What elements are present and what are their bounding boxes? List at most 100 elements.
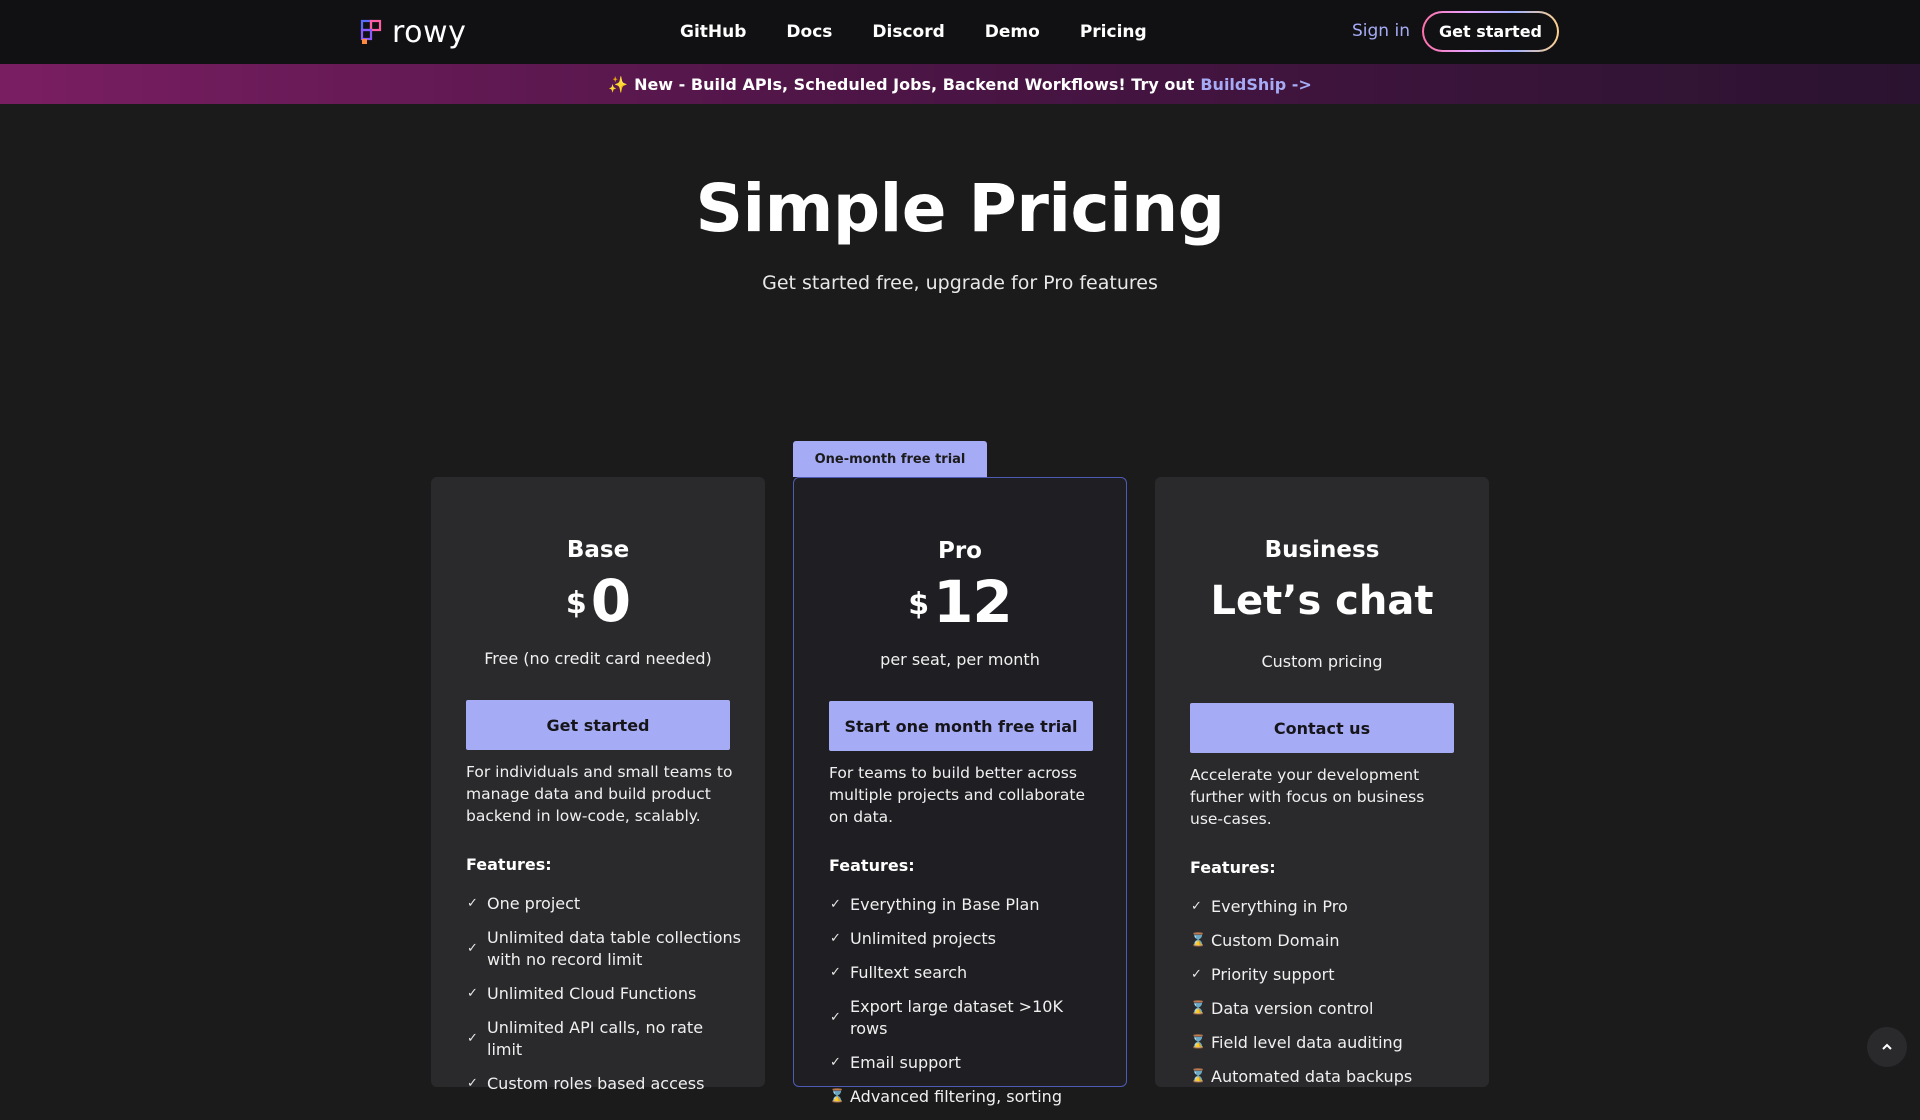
check-icon: ✓ <box>467 896 478 911</box>
check-icon: ✓ <box>1191 899 1202 914</box>
list-item: ⌛ Custom Domain <box>1190 930 1465 952</box>
nav-links: GitHub Docs Discord Demo Pricing <box>680 0 1147 64</box>
check-icon: ✓ <box>467 941 478 956</box>
feature-text: Unlimited data table collections with no… <box>487 928 741 969</box>
sign-in-link[interactable]: Sign in <box>1352 21 1410 41</box>
check-icon: ✓ <box>830 965 841 980</box>
nav-link-github[interactable]: GitHub <box>680 22 746 42</box>
sparkles-icon: ✨ <box>608 74 629 94</box>
list-item: ✓ Everything in Base Plan <box>829 894 1104 916</box>
buildship-link[interactable]: BuildShip -> <box>1200 75 1311 94</box>
check-icon: ✓ <box>467 986 478 1001</box>
nav-link-demo[interactable]: Demo <box>985 22 1040 42</box>
features-list: ✓ One project ✓ Unlimited data table colle… <box>466 893 741 1107</box>
pro-trial-badge: One-month free trial <box>793 441 987 477</box>
plan-price: $ 0 <box>431 567 765 635</box>
plan-description: For teams to build better across multipl… <box>829 764 1086 826</box>
list-item: ✓ Unlimited projects <box>829 928 1104 950</box>
list-item: ✓ One project <box>466 893 741 915</box>
list-item: ✓ Unlimited Cloud Functions <box>466 983 741 1005</box>
price-note: Custom pricing <box>1261 652 1383 671</box>
hourglass-icon: ⌛ <box>829 1089 846 1104</box>
price-currency: $ <box>908 586 930 622</box>
page-title: Simple Pricing <box>695 170 1225 247</box>
base-get-started-button[interactable]: Get started <box>466 700 730 750</box>
price-note: per seat, per month <box>880 650 1040 669</box>
feature-text: Data version control <box>1211 999 1374 1018</box>
feature-text: Custom Domain <box>1211 931 1340 950</box>
features-heading: Features: <box>1190 858 1276 877</box>
contact-us-button[interactable]: Contact us <box>1190 703 1454 753</box>
list-item: ✓ Fulltext search <box>829 962 1104 984</box>
list-item: ✓ Custom roles based access <box>466 1073 741 1095</box>
plan-description: Accelerate your development further with… <box>1190 766 1425 828</box>
nav-link-pricing[interactable]: Pricing <box>1080 22 1147 42</box>
check-icon: ✓ <box>830 931 841 946</box>
page-subtitle: Get started free, upgrade for Pro featur… <box>762 272 1158 294</box>
price-note: Free (no credit card needed) <box>484 649 712 668</box>
chevron-up-icon <box>1882 1043 1892 1050</box>
rowy-logo[interactable]: rowy <box>360 14 466 50</box>
nav-get-started-button[interactable]: Get started <box>1422 11 1559 52</box>
plan-description: For individuals and small teams to manag… <box>466 763 733 825</box>
list-item: ⌛ Automated data backups <box>1190 1066 1465 1088</box>
nav-get-started-label: Get started <box>1424 13 1557 50</box>
feature-text: Unlimited projects <box>850 929 996 948</box>
feature-text: Priority support <box>1211 965 1335 984</box>
start-free-trial-button[interactable]: Start one month free trial <box>829 701 1093 751</box>
feature-text: One project <box>487 894 581 913</box>
check-icon: ✓ <box>467 1031 478 1046</box>
rowy-logo-icon <box>360 19 382 44</box>
feature-text: Custom roles based access <box>487 1074 705 1093</box>
plan-card-pro: Pro $ 12 per seat, per month Start one m… <box>793 477 1127 1106</box>
top-nav: rowy GitHub Docs Discord Demo Pricing Si… <box>0 0 1920 64</box>
feature-text: Field level data auditing <box>1211 1033 1403 1052</box>
feature-text: Automated data backups <box>1211 1067 1413 1086</box>
list-item: ✓ Unlimited data table collections with n… <box>466 927 741 971</box>
feature-text: Fulltext search <box>850 963 968 982</box>
price-amount: 0 <box>590 567 631 635</box>
nav-link-docs[interactable]: Docs <box>786 22 832 42</box>
check-icon: ✓ <box>1191 967 1202 982</box>
price-amount: 12 <box>933 568 1013 636</box>
check-icon: ✓ <box>830 1010 841 1025</box>
features-heading: Features: <box>829 856 915 875</box>
features-heading: Features: <box>466 855 552 874</box>
nav-link-discord[interactable]: Discord <box>872 22 944 42</box>
list-item: ✓ Unlimited API calls, no rate limit <box>466 1017 741 1061</box>
list-item: ✓ Export large dataset >10K rows <box>829 996 1104 1040</box>
announcement-banner: ✨ New - Build APIs, Scheduled Jobs, Back… <box>0 64 1920 104</box>
plan-name: Business <box>1264 537 1380 563</box>
plan-price: $ 12 <box>794 568 1126 636</box>
hourglass-icon: ⌛ <box>1190 1001 1207 1016</box>
plan-name: Base <box>566 537 630 563</box>
feature-text: Unlimited Cloud Functions <box>487 984 697 1003</box>
feature-text: Export large dataset >10K rows <box>850 997 1063 1038</box>
check-icon: ✓ <box>467 1076 478 1091</box>
logo-text: rowy <box>392 14 467 50</box>
list-item: ✓ Everything in Pro <box>1190 896 1465 918</box>
plan-name: Pro <box>937 538 982 564</box>
plan-card-base: Base $ 0 Free (no credit card needed) Ge… <box>431 477 765 1093</box>
plan-card-business: Business Let’s chat Custom pricing Conta… <box>1155 477 1489 1087</box>
check-icon: ✓ <box>830 1055 841 1070</box>
list-item: ⌛ Data version control <box>1190 998 1465 1020</box>
features-list: ✓ Everything in Pro ⌛ Custom Domain ✓ Prior… <box>1190 896 1465 1100</box>
hourglass-icon: ⌛ <box>1190 933 1207 948</box>
list-item: ⌛ Field level data auditing <box>1190 1032 1465 1054</box>
feature-text: Everything in Base Plan <box>850 895 1040 914</box>
feature-text: Unlimited API calls, no rate limit <box>487 1018 704 1059</box>
price-text: Let’s chat <box>1210 578 1434 624</box>
feature-text: Email support <box>850 1053 961 1072</box>
feature-text: Advanced filtering, sorting <box>850 1087 1062 1106</box>
banner-text: New - Build APIs, Scheduled Jobs, Backen… <box>634 74 1195 94</box>
hourglass-icon: ⌛ <box>1190 1069 1207 1084</box>
features-list: ✓ Everything in Base Plan ✓ Unlimited proj… <box>829 894 1104 1120</box>
scroll-to-top-button[interactable] <box>1867 1027 1907 1067</box>
list-item: ⌛ Advanced filtering, sorting <box>829 1086 1104 1108</box>
plan-price: Let’s chat <box>1155 569 1489 633</box>
check-icon: ✓ <box>830 897 841 912</box>
hourglass-icon: ⌛ <box>1190 1035 1207 1050</box>
list-item: ✓ Priority support <box>1190 964 1465 986</box>
feature-text: Everything in Pro <box>1211 897 1348 916</box>
